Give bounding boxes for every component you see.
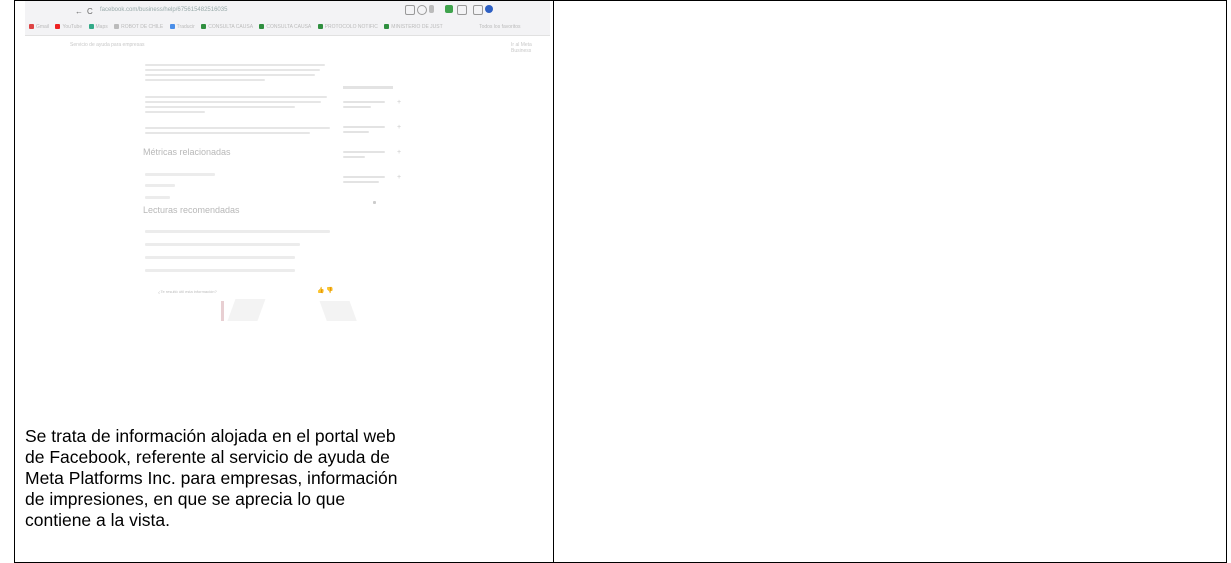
caption-line: de impresiones, en que se aprecia lo que <box>25 489 346 509</box>
reading-link-3[interactable] <box>145 256 295 259</box>
help-center-header: Servicio de ayuda para empresas <box>70 42 145 48</box>
related-link-3[interactable] <box>145 196 170 199</box>
feedback-question: ¿Te resultó útil esta información? <box>158 289 217 294</box>
expand-plus-icon[interactable]: + <box>397 124 401 131</box>
embedded-screenshot: ← C facebook.com/business/help/675615482… <box>25 1 550 321</box>
browser-toolbar: ← C facebook.com/business/help/675615482… <box>25 1 550 36</box>
caption-line: Meta Platforms Inc. para empresas, infor… <box>25 468 398 488</box>
sidebar-item-4[interactable] <box>343 173 385 186</box>
caption-line: Se trata de información alojada en el po… <box>25 426 396 446</box>
expand-plus-icon[interactable]: + <box>397 149 401 156</box>
back-arrow-icon: ← <box>75 7 83 16</box>
recommended-reading-heading: Lecturas recomendadas <box>143 205 240 215</box>
related-metrics-heading: Métricas relacionadas <box>143 147 231 157</box>
sidebar-icon <box>473 5 483 15</box>
related-link-2[interactable] <box>145 184 175 187</box>
right-cell <box>553 0 1227 563</box>
reading-link-4[interactable] <box>145 269 295 272</box>
search-icon <box>417 5 427 15</box>
dot-icon <box>373 201 376 204</box>
paragraph-2 <box>145 93 330 116</box>
reading-link-2[interactable] <box>145 243 300 246</box>
left-cell: ← C facebook.com/business/help/675615482… <box>14 0 554 563</box>
document-table: ← C facebook.com/business/help/675615482… <box>14 0 1227 563</box>
decorative-shape <box>319 301 361 321</box>
sidebar-item-2[interactable] <box>343 123 385 136</box>
sidebar-item-3[interactable] <box>343 148 385 161</box>
paragraph-3 <box>145 124 330 137</box>
bookmarks-bar: Gmail YouTube Maps ROBOT DE CHILE Traduc… <box>29 22 546 32</box>
expand-plus-icon[interactable]: + <box>397 174 401 181</box>
decorative-shape <box>224 299 266 321</box>
thumbs-icons[interactable]: 👍 👎 <box>317 287 334 294</box>
address-bar: facebook.com/business/help/6756154825160… <box>100 7 228 13</box>
expand-plus-icon[interactable]: + <box>397 99 401 106</box>
business-link[interactable]: Ir al Meta Business <box>511 42 550 54</box>
related-link-1[interactable] <box>145 173 215 176</box>
extension-green-icon <box>445 5 453 13</box>
caption-line: contiene a la vista. <box>25 510 170 530</box>
paragraph-1 <box>145 61 330 84</box>
puzzle-icon <box>457 5 467 15</box>
extension-icon <box>405 5 415 15</box>
key-icon <box>429 5 434 13</box>
reload-icon: C <box>87 7 93 16</box>
avatar-icon <box>485 5 493 13</box>
caption-text: Se trata de información alojada en el po… <box>25 426 543 531</box>
decorative-mark <box>221 301 224 321</box>
reading-link-1[interactable] <box>145 230 330 233</box>
sidebar-title <box>343 86 393 89</box>
caption-line: de Facebook, referente al servicio de ay… <box>25 447 390 467</box>
sidebar-item-1[interactable] <box>343 98 385 111</box>
